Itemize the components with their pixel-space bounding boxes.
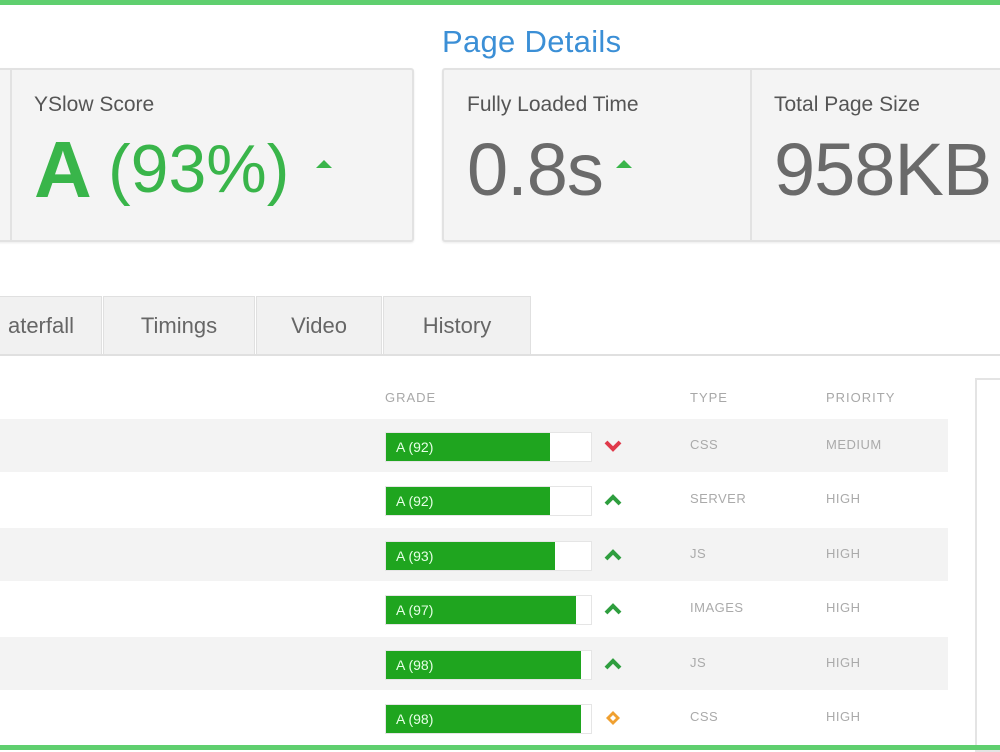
total-page-size-label: Total Page Size <box>774 93 920 116</box>
priority-cell: HIGH <box>826 709 861 724</box>
tab-history[interactable]: History <box>383 296 531 355</box>
tab-video[interactable]: Video <box>256 296 382 355</box>
grade-bar: A (92) <box>385 486 592 516</box>
grade-text: A (97) <box>396 602 434 618</box>
card-divider <box>10 70 12 240</box>
bottom-border <box>0 745 1000 750</box>
table-row[interactable]: A (98) CSS HIGH <box>0 691 948 744</box>
grade-bar: A (98) <box>385 704 592 734</box>
priority-cell: HIGH <box>826 655 861 670</box>
grade-text: A (92) <box>396 439 434 455</box>
trend-up-icon <box>616 160 632 168</box>
trend-down-icon <box>604 440 622 452</box>
type-cell: JS <box>690 546 707 561</box>
type-cell: IMAGES <box>690 600 744 615</box>
yslow-grade: A <box>34 125 92 214</box>
type-column-header: TYPE <box>690 390 728 405</box>
side-panel <box>975 378 1000 752</box>
grade-text: A (98) <box>396 657 434 673</box>
table-row[interactable]: A (92) SERVER HIGH <box>0 473 948 526</box>
tabs-divider <box>0 354 1000 356</box>
trend-up-icon <box>604 658 622 670</box>
priority-cell: MEDIUM <box>826 437 882 452</box>
priority-cell: HIGH <box>826 491 861 506</box>
priority-cell: HIGH <box>826 546 861 561</box>
trend-up-icon <box>604 549 622 561</box>
type-cell: CSS <box>690 709 719 724</box>
trend-neutral-icon <box>606 711 620 725</box>
fully-loaded-time-value: 0.8s <box>467 128 604 211</box>
table-row[interactable]: A (97) IMAGES HIGH <box>0 582 948 635</box>
type-cell: CSS <box>690 437 719 452</box>
type-cell: SERVER <box>690 491 747 506</box>
grade-text: A (98) <box>396 711 434 727</box>
page-title: Page Details <box>442 24 622 59</box>
trend-up-icon <box>604 494 622 506</box>
type-cell: JS <box>690 655 707 670</box>
grade-text: A (93) <box>396 548 434 564</box>
grade-column-header: GRADE <box>385 390 437 405</box>
tab-timings[interactable]: Timings <box>103 296 255 355</box>
card-divider <box>750 70 752 240</box>
grade-bar: A (92) <box>385 432 592 462</box>
top-border <box>0 0 1000 5</box>
trend-up-icon <box>604 603 622 615</box>
grade-text: A (92) <box>396 493 434 509</box>
grade-bar: A (98) <box>385 650 592 680</box>
grade-bar: A (93) <box>385 541 592 571</box>
yslow-score-label: YSlow Score <box>34 93 155 116</box>
tab-waterfall[interactable]: aterfall <box>0 296 102 355</box>
total-page-size-value: 958KB <box>774 128 992 211</box>
trend-up-icon <box>316 160 332 168</box>
table-row[interactable]: A (93) JS HIGH <box>0 528 948 581</box>
table-row[interactable]: A (92) CSS MEDIUM <box>0 419 948 472</box>
priority-cell: HIGH <box>826 600 861 615</box>
yslow-percent: (93%) <box>108 131 290 207</box>
fully-loaded-time-label: Fully Loaded Time <box>467 93 639 116</box>
priority-column-header: PRIORITY <box>826 390 896 405</box>
table-row[interactable]: A (98) JS HIGH <box>0 637 948 690</box>
grade-bar: A (97) <box>385 595 592 625</box>
